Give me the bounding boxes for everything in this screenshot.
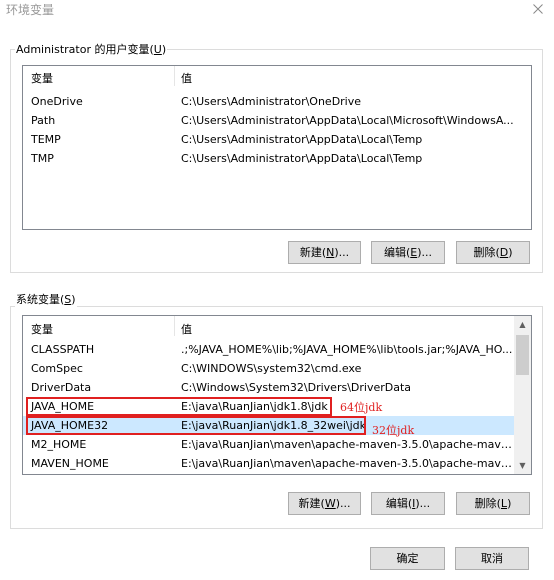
vertical-scrollbar[interactable]: ▲ ▼ xyxy=(514,316,531,474)
column-separator[interactable] xyxy=(174,316,175,336)
list-header: 变量 值 xyxy=(23,66,531,86)
user-delete-button[interactable]: 删除(D) xyxy=(456,241,530,264)
scroll-up-arrow-icon[interactable]: ▲ xyxy=(514,316,531,333)
variable-name: ComSpec xyxy=(31,362,83,375)
column-header-variable[interactable]: 变量 xyxy=(31,70,53,86)
table-row[interactable]: ComSpec C:\WINDOWS\system32\cmd.exe xyxy=(23,359,531,378)
variable-value: E:\java\RuanJian\maven\apache-maven-3.5.… xyxy=(181,438,514,451)
cancel-button[interactable]: 取消 xyxy=(455,547,529,570)
table-row[interactable]: CLASSPATH .;%JAVA_HOME%\lib;%JAVA_HOME%\… xyxy=(23,340,531,359)
variable-name: M2_HOME xyxy=(31,438,87,451)
annotation-64bit: 64位jdk xyxy=(340,401,383,414)
scrollbar-thumb[interactable] xyxy=(516,335,529,375)
variable-name: DriverData xyxy=(31,381,92,394)
user-new-button[interactable]: 新建(N)... xyxy=(288,241,361,264)
table-row[interactable]: TEMP C:\Users\Administrator\AppData\Loca… xyxy=(23,130,531,149)
table-row[interactable]: MAVEN_HOME E:\java\RuanJian\maven\apache… xyxy=(23,454,531,473)
user-edit-button[interactable]: 编辑(E)... xyxy=(371,241,445,264)
variable-value: .;%JAVA_HOME%\lib;%JAVA_HOME%\lib\tools.… xyxy=(181,343,513,356)
variable-name: TEMP xyxy=(31,133,61,146)
table-row[interactable]: M2_HOME E:\java\RuanJian\maven\apache-ma… xyxy=(23,435,531,454)
variable-name: OneDrive xyxy=(31,95,83,108)
variable-name: MAVEN_HOME xyxy=(31,457,109,470)
variable-value: C:\Users\Administrator\AppData\Local\Tem… xyxy=(181,133,423,146)
variable-value: C:\WINDOWS\system32\cmd.exe xyxy=(181,362,362,375)
close-button[interactable] xyxy=(528,0,548,18)
close-icon xyxy=(533,4,543,14)
variable-name: JAVA_HOME xyxy=(31,400,95,413)
environment-variables-dialog: 环境变量 Administrator 的用户变量(U) 变量 值 OneDriv… xyxy=(0,0,554,580)
system-delete-button[interactable]: 删除(L) xyxy=(456,492,530,515)
variable-value: E:\java\RuanJian\jdk1.8_32wei\jdk xyxy=(181,419,367,432)
variable-value: C:\Users\Administrator\AppData\Local\Mic… xyxy=(181,114,514,127)
variable-value: C:\Windows\System32\Drivers\DriverData xyxy=(181,381,412,394)
table-row[interactable]: TMP C:\Users\Administrator\AppData\Local… xyxy=(23,149,531,168)
variable-name: Path xyxy=(31,114,56,127)
user-variables-legend: Administrator 的用户变量(U) xyxy=(15,41,168,57)
variable-name: JAVA_HOME32 xyxy=(31,419,109,432)
annotation-32bit: 32位jdk xyxy=(372,424,415,437)
variable-value: C:\Users\Administrator\OneDrive xyxy=(181,95,362,108)
scroll-down-arrow-icon[interactable]: ▼ xyxy=(514,457,531,474)
variable-name: CLASSPATH xyxy=(31,343,95,356)
variable-name: TMP xyxy=(31,152,54,165)
user-variables-list[interactable]: 变量 值 OneDrive C:\Users\Administrator\One… xyxy=(22,65,532,230)
table-row[interactable]: Path C:\Users\Administrator\AppData\Loca… xyxy=(23,111,531,130)
ok-button[interactable]: 确定 xyxy=(370,547,445,570)
column-header-value[interactable]: 值 xyxy=(181,321,192,337)
system-variables-list[interactable]: 变量 值 CLASSPATH .;%JAVA_HOME%\lib;%JAVA_H… xyxy=(22,315,532,475)
variable-value: C:\Users\Administrator\AppData\Local\Tem… xyxy=(181,152,423,165)
table-row[interactable]: DriverData C:\Windows\System32\Drivers\D… xyxy=(23,378,531,397)
table-row[interactable]: JAVA_HOME E:\java\RuanJian\jdk1.8\jdk xyxy=(23,397,531,416)
table-row[interactable]: OneDrive C:\Users\Administrator\OneDrive xyxy=(23,92,531,111)
column-header-variable[interactable]: 变量 xyxy=(31,321,53,337)
column-header-value[interactable]: 值 xyxy=(181,70,192,86)
column-separator[interactable] xyxy=(174,66,175,86)
system-variables-legend: 系统变量(S) xyxy=(15,291,77,307)
list-header: 变量 值 xyxy=(23,316,531,336)
system-edit-button[interactable]: 编辑(I)... xyxy=(371,492,445,515)
table-row-selected[interactable]: JAVA_HOME32 E:\java\RuanJian\jdk1.8_32we… xyxy=(23,416,514,435)
variable-value: E:\java\RuanJian\maven\apache-maven-3.5.… xyxy=(181,457,514,470)
window-title: 环境变量 xyxy=(6,3,55,17)
title-bar: 环境变量 xyxy=(0,0,554,22)
system-new-button[interactable]: 新建(W)... xyxy=(288,492,361,515)
